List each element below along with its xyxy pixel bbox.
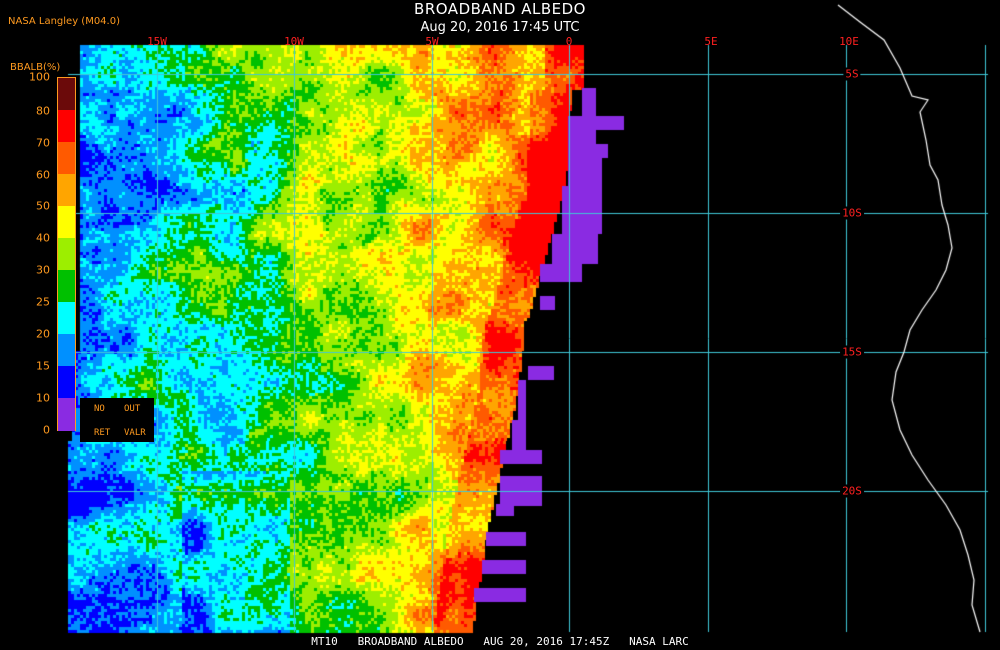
lat-label-15s: 15S: [840, 345, 864, 359]
lon-label-10w: 10W: [284, 35, 304, 48]
legend-tick: 15: [36, 359, 50, 373]
legend-swatch: [58, 142, 75, 175]
albedo-map: [0, 0, 1000, 650]
legend-tick: 60: [36, 168, 50, 182]
legend-swatch: [58, 334, 75, 367]
legend-tick: 20: [36, 327, 50, 341]
legend-swatch: [58, 238, 75, 271]
legend-swatch: [58, 78, 75, 111]
legend-tick: 30: [36, 263, 50, 277]
legend-tick: 100: [29, 70, 50, 84]
legend-tick: 40: [36, 231, 50, 245]
legend-tick: 80: [36, 104, 50, 118]
lat-label-10s: 10S: [840, 206, 864, 220]
legend-swatch: [58, 398, 75, 431]
legend-color-bar: [57, 77, 76, 431]
legend-tick: 70: [36, 136, 50, 150]
legend-out-label: OUT: [124, 404, 141, 414]
lon-label-5e: 5E: [704, 35, 718, 48]
legend-tick: 25: [36, 295, 50, 309]
legend-ret-label: RET: [94, 428, 111, 438]
footer-caption: MT10 BROADBAND ALBEDO AUG 20, 2016 17:45…: [311, 635, 689, 648]
lat-label-5s: 5S: [843, 67, 861, 81]
legend-swatch: [58, 174, 75, 207]
lon-label-5w: 5W: [425, 35, 439, 48]
map-title: BROADBAND ALBEDO: [414, 0, 586, 18]
legend-swatch: [58, 110, 75, 143]
legend-swatch: [58, 366, 75, 399]
legend-no-label: NO: [94, 404, 105, 414]
legend-tick: 0: [43, 423, 50, 437]
lon-label-15w: 15W: [147, 35, 167, 48]
legend-special-box: NO OUT RET VALR: [80, 398, 154, 442]
credit-label: NASA Langley (M04.0): [8, 16, 120, 27]
legend-swatch: [58, 270, 75, 303]
lon-label-10e: 10E: [839, 35, 859, 48]
legend-swatch: [58, 302, 75, 335]
legend-tick: 50: [36, 199, 50, 213]
map-timestamp: Aug 20, 2016 17:45 UTC: [420, 20, 580, 35]
lat-label-20s: 20S: [840, 484, 864, 498]
legend-swatch: [58, 206, 75, 239]
legend-valr-label: VALR: [124, 428, 146, 438]
legend-tick: 10: [36, 391, 50, 405]
lon-label-0: 0: [565, 35, 573, 48]
